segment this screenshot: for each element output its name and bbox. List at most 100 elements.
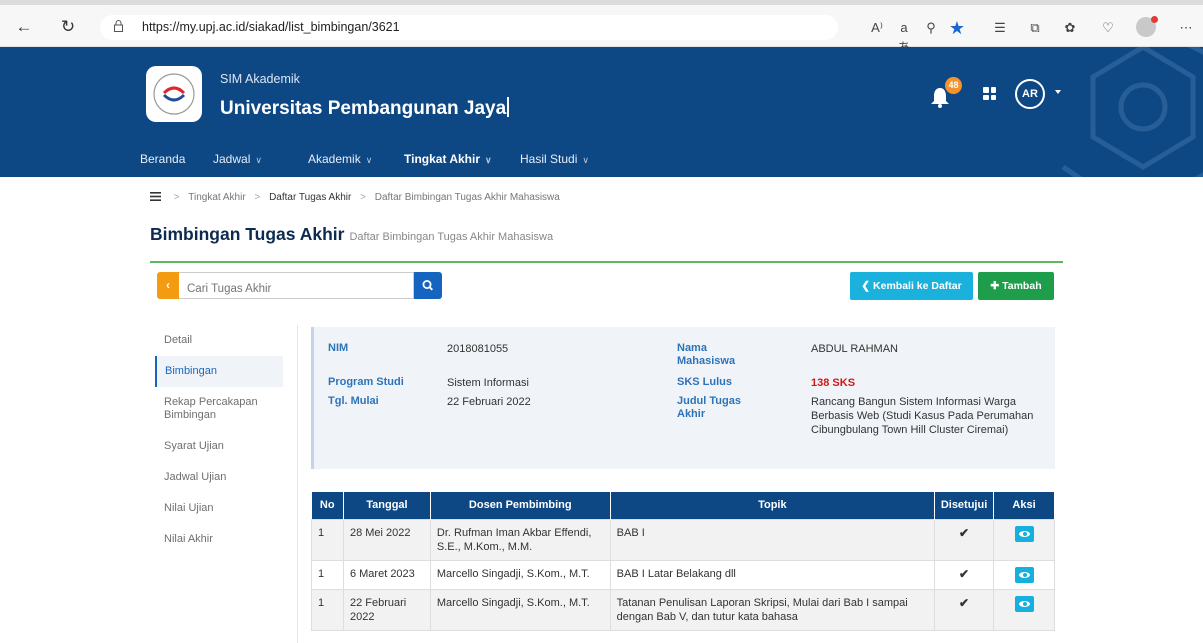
cell-aksi [993,518,1055,561]
collections-icon[interactable]: ⧉ [1025,18,1045,38]
nama-value: ABDUL RAHMAN [811,343,898,355]
menu-toggle-icon[interactable] [150,192,161,201]
nim-label: NIM [328,342,349,354]
col-header-dosen[interactable]: Dosen Pembimbing [430,492,611,519]
batik-pattern-decoration [1061,47,1203,177]
table-header-row: No Tanggal Dosen Pembimbing Topik Disetu… [311,492,1055,519]
side-item-nilai-ujian[interactable]: Nilai Ujian [155,493,283,524]
menu-item-hasil-studi[interactable]: Hasil Studi ∨ [520,152,589,166]
tgl-mulai-label: Tgl. Mulai [328,395,379,407]
lock-icon [114,20,123,32]
back-to-list-button[interactable]: ❮ Kembali ke Daftar [850,272,973,300]
cell-aksi [993,588,1055,631]
search-input[interactable] [179,272,414,299]
menu-item-beranda[interactable]: Beranda [140,152,185,166]
favorites-list-icon[interactable]: ☰ [990,18,1010,38]
side-item-syarat-ujian[interactable]: Syarat Ujian [155,431,283,462]
sks-label: SKS Lulus [677,376,733,388]
view-eye-icon[interactable] [1014,525,1034,542]
nim-value: 2018081055 [447,343,509,355]
favorite-star-icon[interactable]: ★ [947,18,967,38]
app-label: SIM Akademik [220,72,300,86]
table-row: 1 6 Maret 2023 Marcello Singadji, S.Kom.… [311,559,1055,590]
col-header-no[interactable]: No [311,492,344,519]
side-item-jadwal-ujian[interactable]: Jadwal Ujian [155,462,283,493]
judul-label: Judul Tugas Akhir [677,395,741,420]
browser-essentials-icon[interactable]: ♡ [1098,18,1118,38]
cell-aksi [993,559,1055,590]
breadcrumb-item-daftar-tugas-akhir[interactable]: Daftar Tugas Akhir [269,192,351,203]
more-icon[interactable]: ⋯ [1176,18,1196,38]
browser-toolbar: ← ↻ https://my.upj.ac.id/siakad/list_bim… [0,0,1203,55]
judul-value: Rancang Bangun Sistem Informasi Warga Be… [811,396,1034,436]
breadcrumb-item-tingkat-akhir[interactable]: Tingkat Akhir [188,192,245,203]
back-arrow-icon[interactable]: ← [14,17,34,37]
table-row: 1 22 Februari 2022 Marcello Singadji, S.… [311,588,1055,631]
cell-dosen: Marcello Singadji, S.Kom., M.T. [429,588,611,631]
cell-dosen: Marcello Singadji, S.Kom., M.T. [429,559,611,590]
cell-no: 1 [311,518,344,561]
chevron-down-icon: ∨ [485,155,492,165]
extensions-icon[interactable]: ✿ [1060,18,1080,38]
approved-check-icon: ✔ [934,518,995,561]
cell-topik: BAB I Latar Belakang dll [609,559,936,590]
reload-icon[interactable]: ↻ [58,17,78,37]
user-avatar[interactable]: AR [1015,79,1045,109]
text-cursor [507,97,510,117]
address-bar[interactable]: https://my.upj.ac.id/siakad/list_bimbing… [100,15,838,40]
side-item-detail[interactable]: Detail [155,325,283,356]
cell-tanggal: 6 Maret 2023 [342,559,431,590]
prodi-value: Sistem Informasi [447,377,529,389]
view-eye-icon[interactable] [1014,595,1034,612]
breadcrumb-separator: > [173,192,180,203]
university-logo[interactable] [146,66,202,122]
cell-tanggal: 28 Mei 2022 [342,518,431,561]
translate-icon[interactable]: aあ [894,18,914,55]
collapse-search-button[interactable]: ‹ [157,272,179,299]
bimbingan-table: No Tanggal Dosen Pembimbing Topik Disetu… [311,492,1055,631]
col-header-disetujui[interactable]: Disetujui [934,492,995,519]
approved-check-icon: ✔ [934,559,995,590]
cell-tanggal: 22 Februari 2022 [342,588,431,631]
chevron-down-icon: ∨ [255,155,262,165]
menu-item-tingkat-akhir[interactable]: Tingkat Akhir ∨ [404,152,492,166]
breadcrumb-item-current: Daftar Bimbingan Tugas Akhir Mahasiswa [374,192,560,203]
page-subtitle: Daftar Bimbingan Tugas Akhir Mahasiswa [349,231,554,243]
col-header-tanggal[interactable]: Tanggal [343,492,431,519]
add-button[interactable]: ✚ Tambah [978,272,1054,300]
page-title: Bimbingan Tugas Akhir Daftar Bimbingan Tu… [150,224,554,244]
site-header: SIM Akademik Universitas Pembangunan Jay… [0,47,1203,177]
notification-badge: 48 [945,77,962,94]
approved-check-icon: ✔ [934,588,995,631]
side-item-nilai-akhir[interactable]: Nilai Akhir [155,524,283,555]
col-header-topik[interactable]: Topik [610,492,936,519]
cell-dosen: Dr. Rufman Iman Akbar Effendi, S.E., M.K… [429,518,611,561]
table-row: 1 28 Mei 2022 Dr. Rufman Iman Akbar Effe… [311,518,1055,561]
chevron-down-icon: ∨ [582,155,589,165]
cell-topik: BAB I [609,518,936,561]
menu-item-akademik[interactable]: Akademik ∨ [308,152,372,166]
university-name: Universitas Pembangunan Jaya [220,97,510,120]
student-info-box: NIM 2018081055 Nama Mahasiswa ABDUL RAHM… [311,327,1055,469]
side-item-rekap-percakapan[interactable]: Rekap Percakapan Bimbingan [155,387,283,431]
cell-no: 1 [311,588,344,631]
breadcrumb-separator: > [360,192,366,203]
view-eye-icon[interactable] [1014,566,1034,583]
search-button[interactable] [414,272,442,299]
col-header-aksi: Aksi [993,492,1055,519]
zoom-icon[interactable]: ⚲ [921,18,941,38]
apps-grid-icon[interactable] [983,87,996,100]
chevron-down-icon: ∨ [365,155,373,165]
side-item-bimbingan[interactable]: Bimbingan [155,356,283,387]
breadcrumb: > Tingkat Akhir > Daftar Tugas Akhir > D… [150,192,560,203]
menu-item-jadwal[interactable]: Jadwal ∨ [213,152,262,166]
chevron-down-icon[interactable] [1055,90,1061,94]
read-aloud-icon[interactable]: A⁾ [867,18,887,38]
cell-topik: Tatanan Penulisan Laporan Skripsi, Mulai… [609,588,936,631]
profile-alert-dot [1151,16,1158,23]
side-divider [297,325,298,643]
side-menu: Detail Bimbingan Rekap Percakapan Bimbin… [155,325,283,555]
cell-no: 1 [311,559,344,590]
chevron-left-icon: ❮ [861,280,871,292]
url-text: https://my.upj.ac.id/siakad/list_bimbing… [142,20,400,34]
